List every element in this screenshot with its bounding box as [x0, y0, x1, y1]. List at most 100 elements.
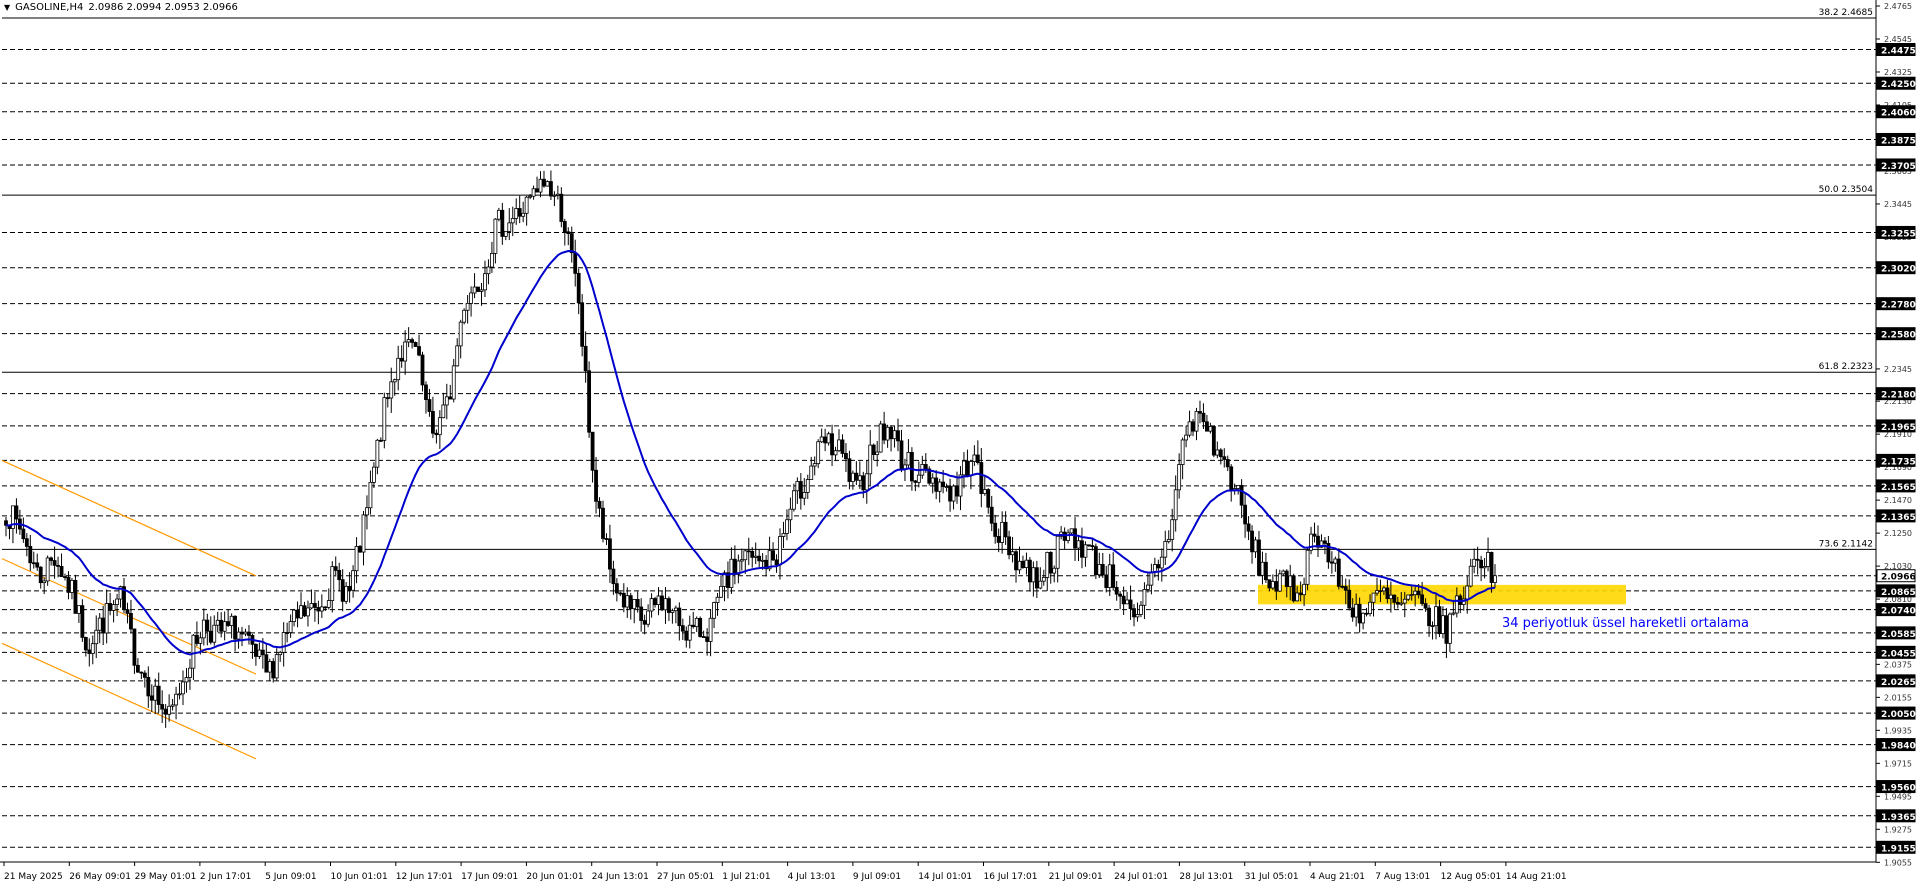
candle-body	[434, 432, 439, 436]
candle-body	[882, 423, 887, 441]
candle-body	[1291, 575, 1296, 602]
candle-body	[285, 632, 290, 634]
candle-body	[760, 559, 765, 562]
candle-body	[1423, 603, 1428, 609]
candle-body	[788, 508, 793, 521]
candle-body	[306, 607, 310, 617]
candle-body	[1354, 603, 1359, 618]
candle-body	[448, 396, 453, 400]
candle-body	[354, 546, 359, 572]
candle-body	[177, 693, 182, 696]
candle-body	[691, 624, 696, 628]
candle-body	[632, 599, 637, 610]
candle-body	[552, 194, 557, 197]
candle-body	[1142, 589, 1147, 606]
candle-body	[1076, 540, 1081, 549]
candle-body	[108, 603, 113, 611]
candle-body	[288, 621, 293, 633]
candle-body	[962, 460, 966, 476]
candle-body	[392, 379, 397, 383]
candle-body	[705, 636, 710, 642]
candle-body	[649, 598, 654, 612]
candle-body	[76, 605, 81, 614]
candle-body	[1482, 566, 1487, 569]
candle-body	[257, 649, 262, 657]
candle-body	[566, 231, 571, 235]
price-level-label: 2.3705	[1881, 162, 1916, 172]
price-level-label: 1.9560	[1881, 784, 1916, 794]
candle-body	[500, 209, 505, 237]
candle-body	[1267, 579, 1272, 589]
candle-body	[208, 630, 213, 643]
time-tick-label: 1 Jul 21:01	[722, 872, 770, 882]
candle-body	[111, 604, 116, 611]
candle-body	[562, 221, 567, 233]
candle-body	[247, 631, 251, 636]
candle-body	[52, 560, 57, 566]
candle-body	[333, 566, 338, 571]
candle-body	[771, 550, 775, 561]
candle-body	[1097, 564, 1102, 576]
price-chart[interactable]: 38.2 2.4685 50.0 2.3504 61.8 2.2323 73.6 2.…	[0, 0, 1916, 888]
candle-body	[948, 486, 952, 502]
candle-body	[1382, 587, 1386, 592]
candle-body	[167, 705, 172, 715]
candle-body	[170, 704, 175, 707]
candle-body	[1146, 584, 1150, 590]
candle-body	[968, 461, 973, 476]
candle-body	[316, 607, 321, 612]
price-level-label: 2.4060	[1881, 109, 1916, 119]
candle-body	[861, 475, 866, 491]
candle-body	[455, 345, 460, 367]
candle-body	[490, 252, 494, 268]
candle-body	[757, 555, 762, 562]
candle-body	[542, 178, 546, 187]
candle-body	[212, 624, 217, 643]
candle-body	[437, 417, 442, 436]
candle-body	[1118, 593, 1123, 597]
candle-body	[899, 440, 904, 470]
price-level-label: 2.2180	[1881, 391, 1916, 401]
candle-body	[1465, 585, 1470, 600]
candle-body	[885, 426, 890, 441]
candle-body	[972, 454, 977, 462]
candle-body	[1135, 614, 1140, 618]
candle-body	[1038, 580, 1043, 589]
candle-body	[1257, 539, 1261, 576]
candle-body	[184, 677, 189, 683]
candle-body	[1298, 592, 1303, 596]
candle-body	[35, 562, 40, 568]
candle-body	[406, 339, 411, 343]
time-tick-label: 28 Jul 13:01	[1179, 872, 1233, 882]
candle-body	[521, 212, 526, 217]
candle-body	[1451, 612, 1456, 615]
candle-body	[1069, 528, 1074, 534]
candle-body	[1441, 615, 1445, 634]
candle-body	[94, 629, 99, 645]
candle-body	[653, 598, 657, 605]
candle-body	[1184, 434, 1188, 441]
price-level-label: 2.0265	[1881, 678, 1916, 688]
candle-body	[1472, 558, 1477, 567]
candle-body	[451, 365, 456, 400]
candle-body	[1444, 615, 1449, 644]
candle-body	[132, 628, 137, 666]
fibonacci-levels: 38.2 2.4685 50.0 2.3504 61.8 2.2323 73.6 2.…	[2, 8, 1876, 550]
candle-body	[174, 693, 178, 706]
candle-body	[319, 606, 324, 612]
candle-body	[295, 609, 300, 619]
candle-body	[826, 433, 831, 444]
candle-body	[1034, 567, 1039, 589]
candle-body	[1350, 607, 1355, 618]
candle-body	[1152, 564, 1157, 573]
candle-body	[337, 569, 342, 581]
candle-body	[278, 651, 283, 656]
candle-body	[1121, 595, 1126, 605]
candle-body	[149, 695, 154, 701]
candle-body	[1208, 426, 1213, 432]
candle-body	[382, 397, 387, 441]
candle-body	[1173, 489, 1178, 521]
candle-body	[1486, 552, 1490, 567]
candle-body	[1371, 592, 1376, 603]
candle-body	[646, 610, 651, 625]
